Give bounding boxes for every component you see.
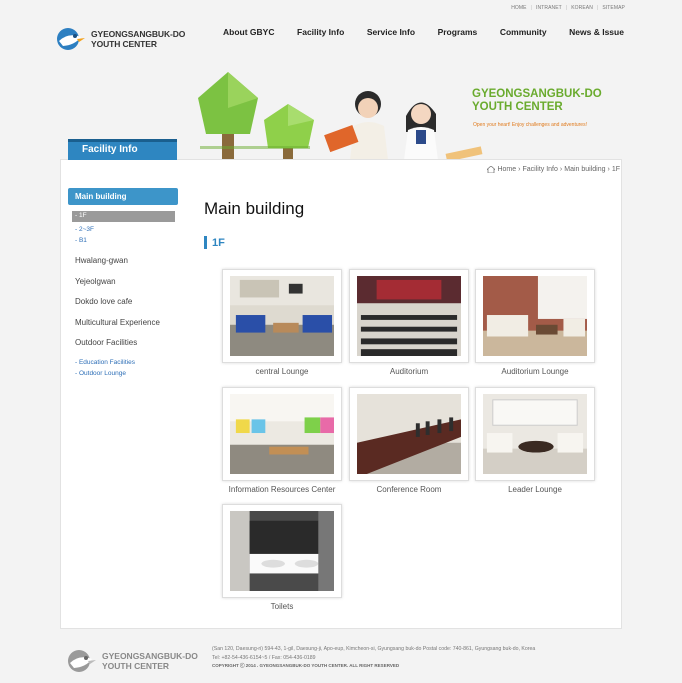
logo-mark-icon [57, 28, 85, 50]
util-home-link[interactable]: HOME [511, 5, 526, 11]
side-nav-outdoor-lounge[interactable]: - Outdoor Lounge [75, 370, 178, 377]
footer-logo: GYEONGSANGBUK-DO YOUTH CENTER [66, 648, 198, 674]
information-resources-center-photo [230, 394, 334, 474]
gallery-item-auditorium-lounge[interactable]: Auditorium Lounge [475, 269, 595, 376]
nav-about[interactable]: About GBYC [223, 27, 274, 37]
photo-frame [475, 269, 595, 363]
side-nav-floor-b1[interactable]: - B1 [75, 237, 178, 244]
side-nav-outdoor-sublist: - Education Facilities - Outdoor Lounge [68, 359, 178, 377]
section-title: 1F [204, 236, 225, 249]
section-title-text: 1F [212, 236, 225, 249]
util-intranet-link[interactable]: INTRANET [536, 5, 562, 11]
gallery-caption: Auditorium [389, 367, 429, 376]
side-nav-multicultural[interactable]: Multicultural Experience [75, 313, 178, 334]
toilets-photo [230, 511, 334, 591]
util-separator: | [565, 5, 568, 11]
nav-news[interactable]: News & Issue [569, 27, 624, 37]
banner-title-line1: GYEONGSANGBUK-DO [472, 88, 602, 100]
section-title-bar [204, 236, 207, 249]
nav-community[interactable]: Community [500, 27, 547, 37]
gallery-caption: Auditorium Lounge [501, 367, 569, 376]
gallery-caption: central Lounge [255, 367, 309, 376]
side-nav: Main building - 1F - 2~3F - B1 Hwalang-g… [68, 188, 178, 381]
breadcrumb-current: 1F [611, 166, 620, 173]
leader-lounge-photo [483, 394, 587, 474]
side-nav-yejeolgwan[interactable]: Yejeolgwan [75, 272, 178, 293]
page-title: Main building [204, 199, 305, 218]
breadcrumb: Home › Facility Info › Main building › 1… [487, 166, 620, 173]
breadcrumb-home[interactable]: Home [497, 166, 516, 173]
breadcrumb-main-building[interactable]: Main building [564, 166, 605, 173]
side-nav-main-building[interactable]: Main building [68, 188, 178, 205]
utility-links: HOME | INTRANET | KOREAN | SITEMAP [511, 5, 625, 11]
gallery-item-conference-room[interactable]: Conference Room [349, 387, 469, 494]
gallery-caption: Leader Lounge [508, 485, 562, 494]
chevron-right-icon: › [559, 166, 563, 173]
nav-service-info[interactable]: Service Info [367, 27, 415, 37]
gallery-item-toilets[interactable]: Toilets [222, 504, 342, 611]
side-section-title: Facility Info [68, 139, 177, 160]
gallery-item-information-resources-center[interactable]: Information Resources Center [222, 387, 342, 494]
photo-frame [222, 387, 342, 481]
chevron-right-icon: › [607, 166, 610, 173]
util-separator: | [530, 5, 532, 11]
photo-frame [475, 387, 595, 481]
nav-programs[interactable]: Programs [438, 27, 478, 37]
footer-logo-line1: GYEONGSANGBUK-DO [102, 651, 198, 661]
footer-address-line: (San 120, Daesung-ri) 594-43, 1-gil, Dae… [212, 646, 536, 652]
photo-frame [222, 269, 342, 363]
auditorium-photo [357, 276, 461, 356]
side-nav-dokdo-cafe[interactable]: Dokdo love cafe [75, 292, 178, 313]
banner-title: GYEONGSANGBUK-DO YOUTH CENTER [472, 88, 602, 114]
footer-address: (San 120, Daesung-ri) 594-43, 1-gil, Dae… [212, 645, 612, 662]
footer-logo-mark-icon [68, 650, 96, 672]
util-korean-link[interactable]: KOREAN [571, 5, 593, 11]
side-nav-hwalang-gwan[interactable]: Hwalang-gwan [75, 251, 178, 272]
central-lounge-photo [230, 276, 334, 356]
breadcrumb-facility-info[interactable]: Facility Info [522, 166, 557, 173]
main-nav: About GBYC Facility Info Service Info Pr… [223, 27, 624, 37]
util-sitemap-link[interactable]: SITEMAP [602, 5, 625, 11]
side-nav-outdoor[interactable]: Outdoor Facilities [75, 333, 178, 354]
banner-tagline: Open your heart! Enjoy challenges and ad… [473, 122, 587, 128]
chevron-right-icon: › [518, 166, 521, 173]
gallery-caption: Toilets [270, 602, 294, 611]
logo-line2: YOUTH CENTER [91, 39, 157, 49]
side-nav-floor-2-3f[interactable]: - 2~3F [75, 226, 178, 233]
photo-frame [349, 387, 469, 481]
side-nav-floor-list: - 1F - 2~3F - B1 [68, 211, 178, 244]
gallery-item-central-lounge[interactable]: central Lounge [222, 269, 342, 376]
side-nav-floor-1f[interactable]: - 1F [72, 211, 175, 222]
gallery-item-leader-lounge[interactable]: Leader Lounge [475, 387, 595, 494]
banner-illustration [198, 72, 483, 160]
auditorium-lounge-photo [483, 276, 587, 356]
gallery-item-auditorium[interactable]: Auditorium [349, 269, 469, 376]
photo-frame [222, 504, 342, 598]
banner-title-line2: YOUTH CENTER [472, 101, 563, 113]
util-separator: | [596, 5, 599, 11]
footer-copyright: COPYRIGHT ⓒ 2014 . GYEONGSANGBUK-DO YOUT… [212, 663, 400, 668]
hero-banner: GYEONGSANGBUK-DO YOUTH CENTER Open your … [180, 68, 620, 160]
gallery-caption: Information Resources Center [228, 485, 336, 494]
site-logo[interactable]: GYEONGSANGBUK-DO YOUTH CENTER [55, 26, 185, 52]
conference-room-photo [357, 394, 461, 474]
footer-logo-line2: YOUTH CENTER [102, 661, 170, 671]
gallery-caption: Conference Room [376, 485, 442, 494]
home-icon [487, 166, 496, 173]
logo-line1: GYEONGSANGBUK-DO [91, 29, 186, 39]
footer-tel: Tel: +82-54-436-6154~5 / Fax: 054-436-01… [212, 654, 316, 661]
photo-frame [349, 269, 469, 363]
nav-facility-info[interactable]: Facility Info [297, 27, 344, 37]
side-nav-education-facilities[interactable]: - Education Facilities [75, 359, 178, 366]
